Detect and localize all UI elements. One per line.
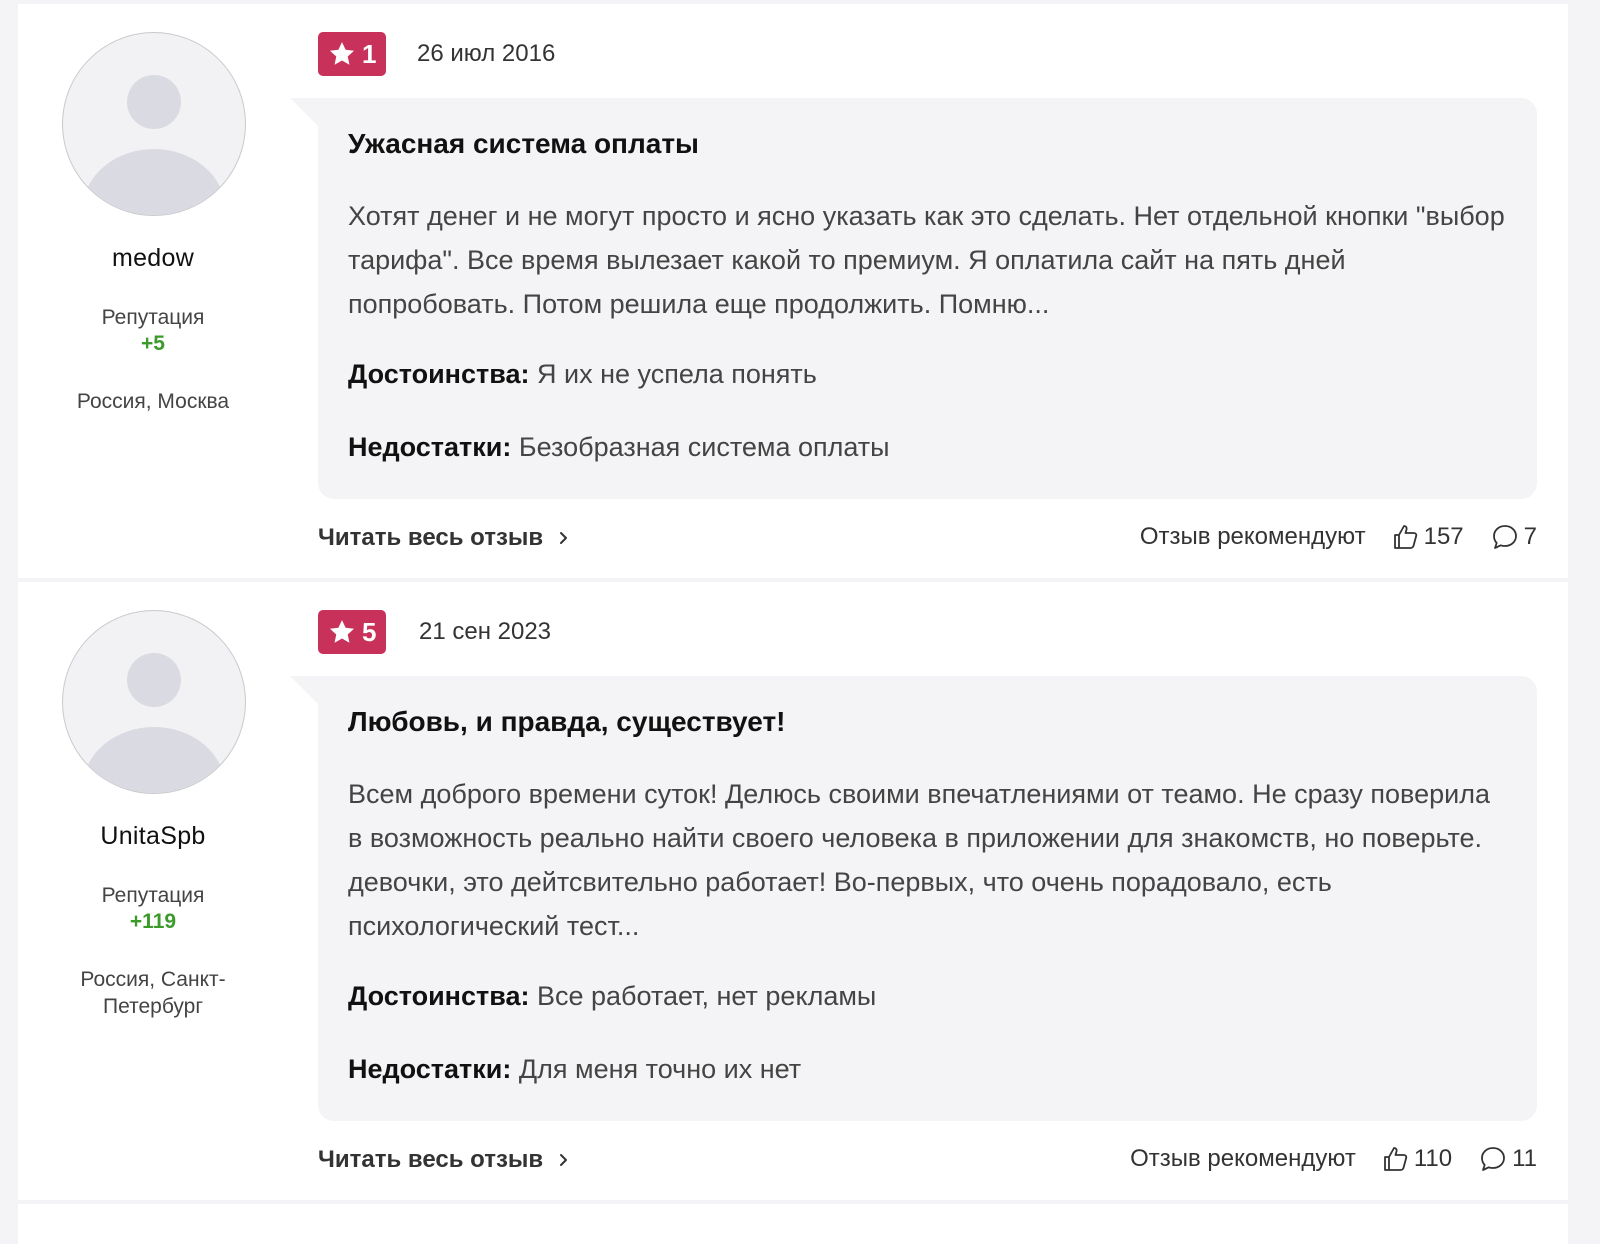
avatar-body-shape bbox=[83, 727, 225, 793]
review-body: Ужасная система оплаты Хотят денег и не … bbox=[290, 98, 1537, 499]
rating-badge: 1 bbox=[318, 32, 387, 76]
review-text: Хотят денег и не могут просто и ясно ука… bbox=[348, 201, 1505, 319]
review-stats: Отзыв рекомендуют 110 11 bbox=[1130, 1144, 1537, 1174]
likes-count: 110 bbox=[1413, 1145, 1453, 1172]
reputation-label: Репутация bbox=[101, 884, 205, 907]
pros-text: Все работает, нет рекламы bbox=[537, 981, 877, 1011]
rating-value: 5 bbox=[362, 616, 377, 647]
review-card-next bbox=[18, 1204, 1568, 1244]
cons-label: Недостатки: bbox=[348, 1054, 512, 1084]
avatar[interactable] bbox=[62, 610, 246, 794]
review-pros: Достоинства: Я их не успела понять bbox=[348, 352, 1507, 396]
likes-count: 157 bbox=[1423, 523, 1464, 550]
comments-button[interactable]: 7 bbox=[1490, 522, 1537, 552]
read-more-label: Читать весь отзыв bbox=[318, 524, 544, 551]
thumbs-up-icon bbox=[1393, 525, 1417, 549]
thumbs-up-icon bbox=[1383, 1147, 1407, 1171]
pros-label: Достоинства: bbox=[348, 359, 530, 389]
review-stats: Отзыв рекомендуют 157 7 bbox=[1140, 522, 1537, 552]
chevron-right-icon bbox=[560, 1154, 568, 1166]
pros-label: Достоинства: bbox=[348, 981, 530, 1011]
reviews-feed: medow Репутация +5 Россия, Москва 1 26 и… bbox=[18, 0, 1568, 1244]
comments-count: 11 bbox=[1512, 1145, 1537, 1172]
read-more-label: Читать весь отзыв bbox=[318, 1146, 544, 1173]
chevron-right-icon bbox=[560, 532, 568, 544]
avatar-head-shape bbox=[127, 653, 181, 707]
reputation-label: Репутация bbox=[101, 306, 205, 329]
reputation-value: +119 bbox=[129, 910, 177, 933]
review-footer: Читать весь отзыв Отзыв рекомендуют 110 … bbox=[318, 1140, 1537, 1180]
author-name[interactable]: UnitaSpb bbox=[18, 822, 288, 851]
cons-text: Для меня точно их нет bbox=[518, 1054, 802, 1084]
likes-button[interactable]: 110 bbox=[1380, 1144, 1452, 1174]
author-name[interactable]: medow bbox=[18, 244, 288, 273]
cons-text: Безобразная система оплаты bbox=[518, 432, 890, 462]
recommend-label: Отзыв рекомендуют bbox=[1130, 1145, 1356, 1172]
cons-label: Недостатки: bbox=[348, 432, 512, 462]
rating-badge: 5 bbox=[318, 610, 387, 654]
review-date: 26 июл 2016 bbox=[417, 40, 556, 67]
recommend-label: Отзыв рекомендуют bbox=[1139, 523, 1366, 550]
comments-count: 7 bbox=[1523, 523, 1537, 550]
avatar-body-shape bbox=[83, 149, 225, 215]
review-pros: Достоинства: Все работает, нет рекламы bbox=[348, 974, 1507, 1018]
read-more-link[interactable]: Читать весь отзыв bbox=[318, 1146, 571, 1174]
review-body: Любовь, и правда, существует! Всем добро… bbox=[290, 676, 1537, 1121]
review-title[interactable]: Ужасная система оплаты bbox=[348, 128, 1507, 160]
review-cons: Недостатки: Безобразная система оплаты bbox=[348, 425, 1507, 469]
reputation-value: +5 bbox=[141, 332, 165, 355]
comments-button[interactable]: 11 bbox=[1478, 1144, 1537, 1174]
review-date: 21 сен 2023 bbox=[419, 618, 552, 645]
avatar[interactable] bbox=[62, 32, 246, 216]
star-icon bbox=[329, 620, 355, 643]
pros-text: Я их не успела понять bbox=[537, 359, 817, 389]
avatar-head-shape bbox=[127, 75, 181, 129]
comment-icon bbox=[1481, 1147, 1505, 1171]
review-text: Всем доброго времени суток! Делюсь своим… bbox=[348, 779, 1490, 941]
rating-value: 1 bbox=[362, 38, 377, 69]
likes-button[interactable]: 157 bbox=[1390, 522, 1464, 552]
author-location: Россия, Москва bbox=[76, 390, 230, 413]
review-footer: Читать весь отзыв Отзыв рекомендуют 157 … bbox=[318, 518, 1537, 558]
comment-icon bbox=[1492, 525, 1517, 549]
author-location: Россия, Санкт-Петербург bbox=[80, 968, 226, 1018]
read-more-link[interactable]: Читать весь отзыв bbox=[318, 524, 571, 552]
review-cons: Недостатки: Для меня точно их нет bbox=[348, 1047, 1507, 1091]
review-title[interactable]: Любовь, и правда, существует! bbox=[348, 706, 1507, 738]
review-card: UnitaSpb Репутация +119 Россия, Санкт-Пе… bbox=[18, 582, 1568, 1200]
review-card: medow Репутация +5 Россия, Москва 1 26 и… bbox=[18, 4, 1568, 578]
star-icon bbox=[329, 42, 355, 65]
